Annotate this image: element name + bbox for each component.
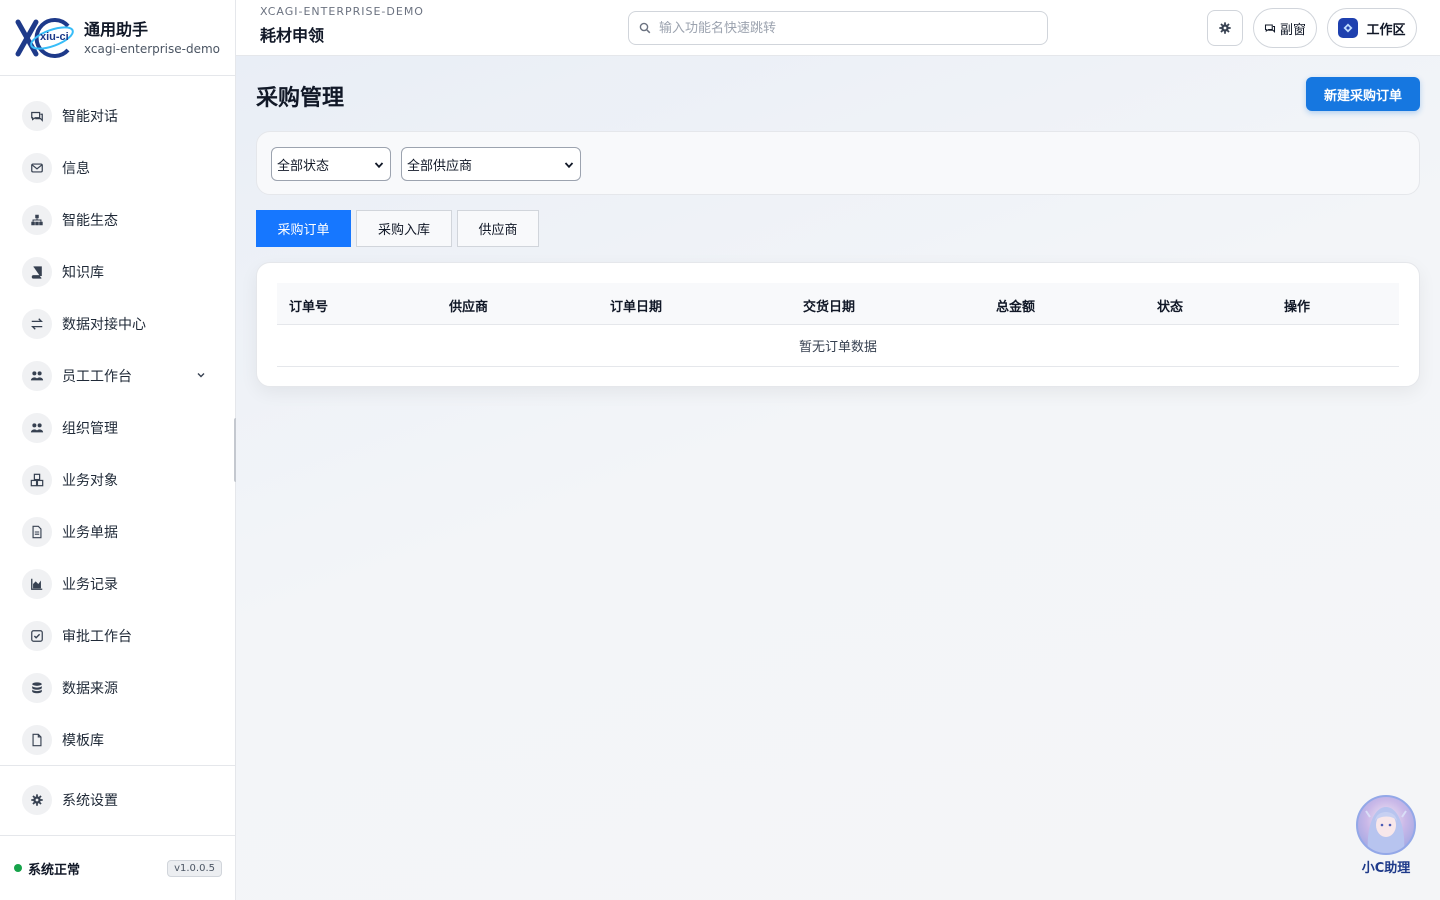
brand-header[interactable]: xiu-ci 通用助手 xcagi-enterprise-demo — [0, 0, 235, 76]
assistant-avatar[interactable] — [1356, 795, 1416, 855]
supplier-filter-value: 全部供应商 — [407, 158, 473, 174]
brand-subtitle: xcagi-enterprise-demo — [84, 41, 221, 56]
sidebar-footer: 系统正常 v1.0.0.5 — [0, 836, 236, 900]
sidebar-item-ecosystem[interactable]: 智能生态 — [0, 194, 235, 246]
sidebar-item-label: 业务对象 — [62, 473, 118, 489]
sidebar-item-label: 智能生态 — [62, 213, 118, 229]
sidebar-item-label: 员工工作台 — [62, 369, 132, 385]
tab-purchase-receipts[interactable]: 采购入库 — [356, 210, 452, 247]
chat-icon — [22, 101, 52, 131]
gear-icon — [1219, 22, 1231, 34]
sidebar-item-label: 模板库 — [62, 733, 104, 749]
tab-suppliers[interactable]: 供应商 — [457, 210, 539, 247]
sidebar: xiu-ci 通用助手 xcagi-enterprise-demo 智能对话 信… — [0, 0, 236, 900]
sidebar-item-employee-workbench[interactable]: 员工工作台 — [0, 350, 235, 402]
column-header-order-no: 订单号 — [289, 300, 329, 315]
chevron-down-icon[interactable] — [196, 370, 206, 383]
sidebar-divider — [0, 765, 236, 766]
filter-bar: 全部状态 全部供应商 — [256, 131, 1420, 195]
workspace-button[interactable]: 工作区 — [1327, 8, 1417, 48]
column-header-status: 状态 — [1157, 300, 1184, 315]
search-icon — [639, 22, 651, 34]
sidebar-item-organization[interactable]: 组织管理 — [0, 402, 235, 454]
sidebar-item-label: 审批工作台 — [62, 629, 132, 645]
sidebar-item-label: 数据对接中心 — [62, 317, 146, 333]
status-dot — [14, 864, 22, 872]
assistant-label: 小C助理 — [1361, 861, 1411, 876]
sidebar-item-business-objects[interactable]: 业务对象 — [0, 454, 235, 506]
tab-purchase-orders[interactable]: 采购订单 — [256, 210, 351, 247]
file-icon — [22, 725, 52, 755]
quick-jump-search[interactable] — [628, 11, 1048, 45]
workspace-icon — [1338, 18, 1359, 38]
orders-table-card: 订单号 供应商 订单日期 交货日期 总金额 状态 操作 暂无订单数据 — [256, 262, 1420, 387]
sidebar-item-chat[interactable]: 智能对话 — [0, 90, 235, 142]
sidebar-item-label: 智能对话 — [62, 109, 118, 125]
search-input[interactable] — [659, 20, 1019, 36]
sidebar-item-label: 组织管理 — [62, 421, 118, 437]
empty-state-row: 暂无订单数据 — [277, 325, 1399, 367]
column-header-supplier: 供应商 — [449, 300, 489, 315]
page-title: 采购管理 — [256, 86, 345, 111]
version-badge: v1.0.0.5 — [167, 859, 222, 877]
column-header-actions: 操作 — [1284, 300, 1311, 315]
chat-icon — [1264, 24, 1276, 34]
column-header-order-date: 订单日期 — [610, 300, 663, 315]
sitemap-icon — [22, 205, 52, 235]
sidebar-item-data-sources[interactable]: 数据来源 — [0, 662, 235, 714]
chart-area-icon — [22, 569, 52, 599]
brand-title: 通用助手 — [84, 19, 149, 39]
empty-state-text: 暂无订单数据 — [798, 340, 877, 355]
column-header-delivery-date: 交货日期 — [803, 300, 856, 315]
sidebar-item-label: 信息 — [62, 161, 90, 177]
document-icon — [22, 517, 52, 547]
app-logo: xiu-ci — [14, 16, 76, 60]
table-header: 订单号 供应商 订单日期 交货日期 总金额 状态 操作 — [277, 283, 1399, 325]
mail-icon — [22, 153, 52, 183]
main-content: 采购管理 新建采购订单 全部状态 全部供应商 采购订单 采购入库 供应商 订单号… — [236, 56, 1440, 900]
purchase-tabs: 采购订单 采购入库 供应商 — [256, 210, 544, 247]
sidebar-item-business-records[interactable]: 业务记录 — [0, 558, 235, 610]
users-icon — [22, 361, 52, 391]
sidebar-item-label: 业务记录 — [62, 577, 118, 593]
sidebar-item-business-documents[interactable]: 业务单据 — [0, 506, 235, 558]
sidebar-item-data-integration[interactable]: 数据对接中心 — [0, 298, 235, 350]
settings-button[interactable] — [1207, 10, 1243, 46]
status-filter-select[interactable]: 全部状态 — [271, 147, 391, 181]
database-icon — [22, 673, 52, 703]
sidebar-item-label: 知识库 — [62, 265, 104, 281]
workspace-kicker: XCAGI-ENTERPRISE-DEMO — [260, 5, 424, 18]
sidebar-item-label: 业务单据 — [62, 525, 118, 541]
supplier-filter-select[interactable]: 全部供应商 — [401, 147, 581, 181]
check-square-icon — [22, 621, 52, 651]
sidebar-item-templates[interactable]: 模板库 — [0, 714, 235, 766]
sidebar-item-label: 数据来源 — [62, 681, 118, 697]
sidebar-item-approvals[interactable]: 审批工作台 — [0, 610, 235, 662]
system-status: 系统正常 — [28, 862, 81, 878]
sub-window-label: 副窗 — [1279, 22, 1306, 38]
gear-icon — [22, 785, 52, 815]
new-purchase-order-button[interactable]: 新建采购订单 — [1306, 77, 1420, 111]
status-filter-value: 全部状态 — [277, 158, 330, 174]
column-header-total-amount: 总金额 — [996, 300, 1036, 315]
users-icon — [22, 413, 52, 443]
exchange-icon — [22, 309, 52, 339]
sidebar-nav: 智能对话 信息 智能生态 知识库 数据对接中心 员工工作台 组织管理 业务对象 … — [0, 76, 235, 766]
top-bar: XCAGI-ENTERPRISE-DEMO 耗材申领 副窗 工作区 — [236, 0, 1440, 56]
assistant-launcher[interactable]: 小C助理 — [1356, 795, 1416, 876]
sidebar-item-settings[interactable]: 系统设置 — [0, 774, 236, 826]
chevron-down-icon — [374, 162, 384, 169]
workspace-label: 工作区 — [1366, 22, 1406, 38]
sidebar-item-label: 系统设置 — [62, 793, 118, 809]
chevron-down-icon — [564, 162, 574, 169]
logo-text: xiu-ci — [40, 30, 69, 43]
cubes-icon — [22, 465, 52, 495]
sub-window-button[interactable]: 副窗 — [1253, 8, 1317, 48]
book-icon — [22, 257, 52, 287]
sidebar-item-knowledge[interactable]: 知识库 — [0, 246, 235, 298]
sidebar-item-messages[interactable]: 信息 — [0, 142, 235, 194]
current-module-title: 耗材申领 — [260, 26, 325, 45]
